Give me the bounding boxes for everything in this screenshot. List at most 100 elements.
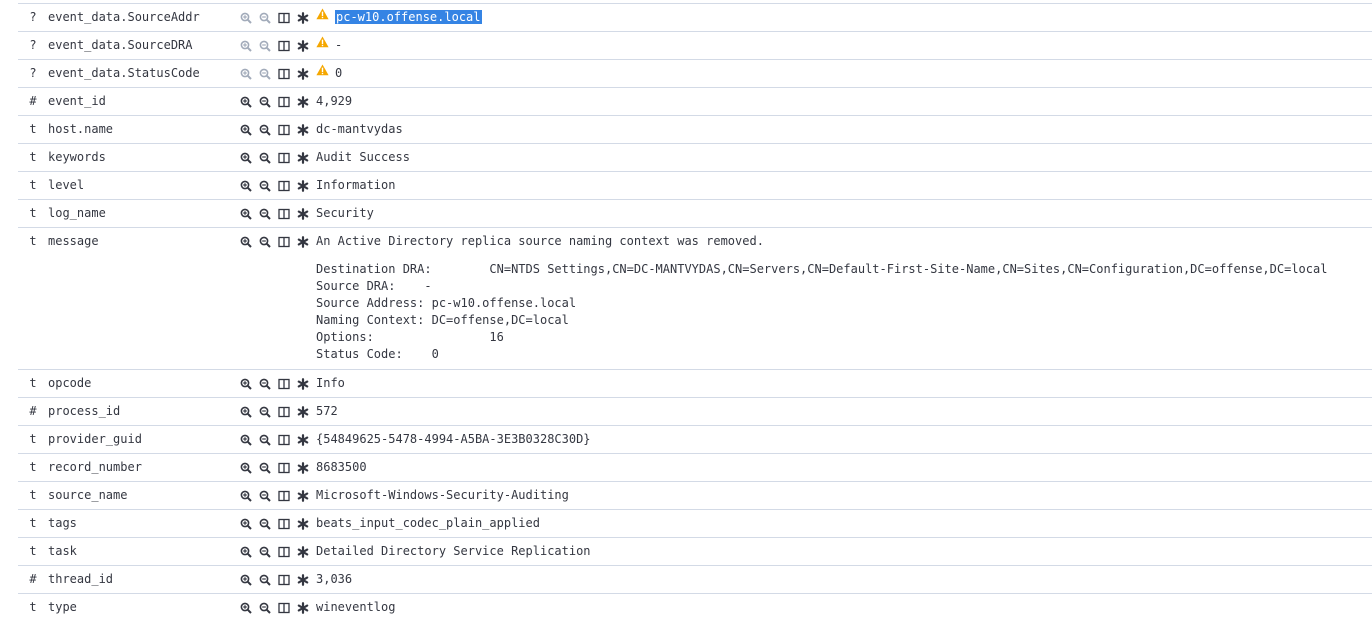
filter-out-value-button[interactable] [257, 10, 273, 26]
filter-for-value-button[interactable] [238, 66, 254, 82]
filter-for-value-button[interactable] [238, 122, 254, 138]
field-name: log_name [48, 206, 106, 220]
filter-out-value-button[interactable] [257, 432, 273, 448]
toggle-column-button[interactable] [276, 432, 292, 448]
field-value-text: Information [316, 178, 396, 192]
zoom-out-icon [259, 152, 271, 164]
toggle-column-button[interactable] [276, 122, 292, 138]
toggle-column-button[interactable] [276, 206, 292, 222]
asterisk-icon [297, 573, 309, 586]
table-row: ? event_data.SourceDRA - [18, 31, 1372, 59]
field-actions [238, 370, 316, 397]
asterisk-icon [297, 39, 309, 52]
filter-out-value-button[interactable] [257, 66, 273, 82]
filter-out-value-button[interactable] [257, 544, 273, 560]
filter-for-value-button[interactable] [238, 10, 254, 26]
filter-for-value-button[interactable] [238, 376, 254, 392]
filter-out-value-button[interactable] [257, 150, 273, 166]
toggle-column-button[interactable] [276, 404, 292, 420]
field-name: event_data.SourceAddr [48, 10, 200, 24]
filter-exists-button[interactable] [295, 516, 311, 532]
filter-for-value-button[interactable] [238, 516, 254, 532]
field-actions [238, 116, 316, 143]
toggle-column-button[interactable] [276, 460, 292, 476]
filter-exists-button[interactable] [295, 66, 311, 82]
filter-exists-button[interactable] [295, 234, 311, 250]
filter-out-value-button[interactable] [257, 600, 273, 616]
filter-out-value-button[interactable] [257, 376, 273, 392]
filter-for-value-button[interactable] [238, 94, 254, 110]
toggle-column-button[interactable] [276, 150, 292, 166]
field-actions [238, 510, 316, 537]
filter-for-value-button[interactable] [238, 150, 254, 166]
toggle-column-button[interactable] [276, 10, 292, 26]
toggle-column-button[interactable] [276, 234, 292, 250]
filter-out-value-button[interactable] [257, 206, 273, 222]
filter-for-value-button[interactable] [238, 38, 254, 54]
filter-out-value-button[interactable] [257, 516, 273, 532]
toggle-column-button[interactable] [276, 38, 292, 54]
filter-for-value-button[interactable] [238, 460, 254, 476]
toggle-column-button[interactable] [276, 376, 292, 392]
field-value: 572 [316, 398, 1372, 425]
filter-exists-button[interactable] [295, 572, 311, 588]
zoom-in-icon [240, 96, 252, 108]
filter-for-value-button[interactable] [238, 572, 254, 588]
filter-exists-button[interactable] [295, 10, 311, 26]
filter-exists-button[interactable] [295, 432, 311, 448]
filter-exists-button[interactable] [295, 488, 311, 504]
filter-exists-button[interactable] [295, 206, 311, 222]
filter-exists-button[interactable] [295, 178, 311, 194]
filter-for-value-button[interactable] [238, 544, 254, 560]
filter-out-value-button[interactable] [257, 178, 273, 194]
filter-out-value-button[interactable] [257, 122, 273, 138]
field-actions [238, 60, 316, 87]
zoom-out-icon [259, 124, 271, 136]
field-value: 3,036 [316, 566, 1372, 593]
zoom-in-icon [240, 378, 252, 390]
asterisk-icon [297, 67, 309, 80]
filter-for-value-button[interactable] [238, 178, 254, 194]
toggle-column-button[interactable] [276, 66, 292, 82]
asterisk-icon [297, 235, 309, 248]
filter-exists-button[interactable] [295, 150, 311, 166]
filter-exists-button[interactable] [295, 376, 311, 392]
column-icon [278, 406, 290, 418]
toggle-column-button[interactable] [276, 178, 292, 194]
filter-out-value-button[interactable] [257, 94, 273, 110]
field-value-text: 0 [335, 66, 343, 80]
field-value: {54849625-5478-4994-A5BA-3E3B0328C30D} [316, 426, 1372, 453]
filter-exists-button[interactable] [295, 404, 311, 420]
filter-exists-button[interactable] [295, 122, 311, 138]
filter-for-value-button[interactable] [238, 488, 254, 504]
filter-exists-button[interactable] [295, 460, 311, 476]
zoom-in-icon [240, 40, 252, 52]
filter-out-value-button[interactable] [257, 404, 273, 420]
filter-for-value-button[interactable] [238, 206, 254, 222]
filter-exists-button[interactable] [295, 600, 311, 616]
filter-exists-button[interactable] [295, 544, 311, 560]
toggle-column-button[interactable] [276, 488, 292, 504]
asterisk-icon [297, 489, 309, 502]
filter-out-value-button[interactable] [257, 460, 273, 476]
toggle-column-button[interactable] [276, 544, 292, 560]
filter-for-value-button[interactable] [238, 404, 254, 420]
filter-out-value-button[interactable] [257, 572, 273, 588]
toggle-column-button[interactable] [276, 572, 292, 588]
filter-out-value-button[interactable] [257, 488, 273, 504]
toggle-column-button[interactable] [276, 600, 292, 616]
filter-exists-button[interactable] [295, 94, 311, 110]
filter-out-value-button[interactable] [257, 38, 273, 54]
filter-for-value-button[interactable] [238, 234, 254, 250]
field-value: - [316, 32, 1372, 59]
zoom-in-icon [240, 68, 252, 80]
toggle-column-button[interactable] [276, 94, 292, 110]
toggle-column-button[interactable] [276, 516, 292, 532]
message-line: Options: 16 [316, 330, 504, 344]
filter-for-value-button[interactable] [238, 600, 254, 616]
filter-out-value-button[interactable] [257, 234, 273, 250]
field-value: 0 [316, 60, 1372, 87]
filter-for-value-button[interactable] [238, 432, 254, 448]
field-actions [238, 228, 316, 255]
filter-exists-button[interactable] [295, 38, 311, 54]
